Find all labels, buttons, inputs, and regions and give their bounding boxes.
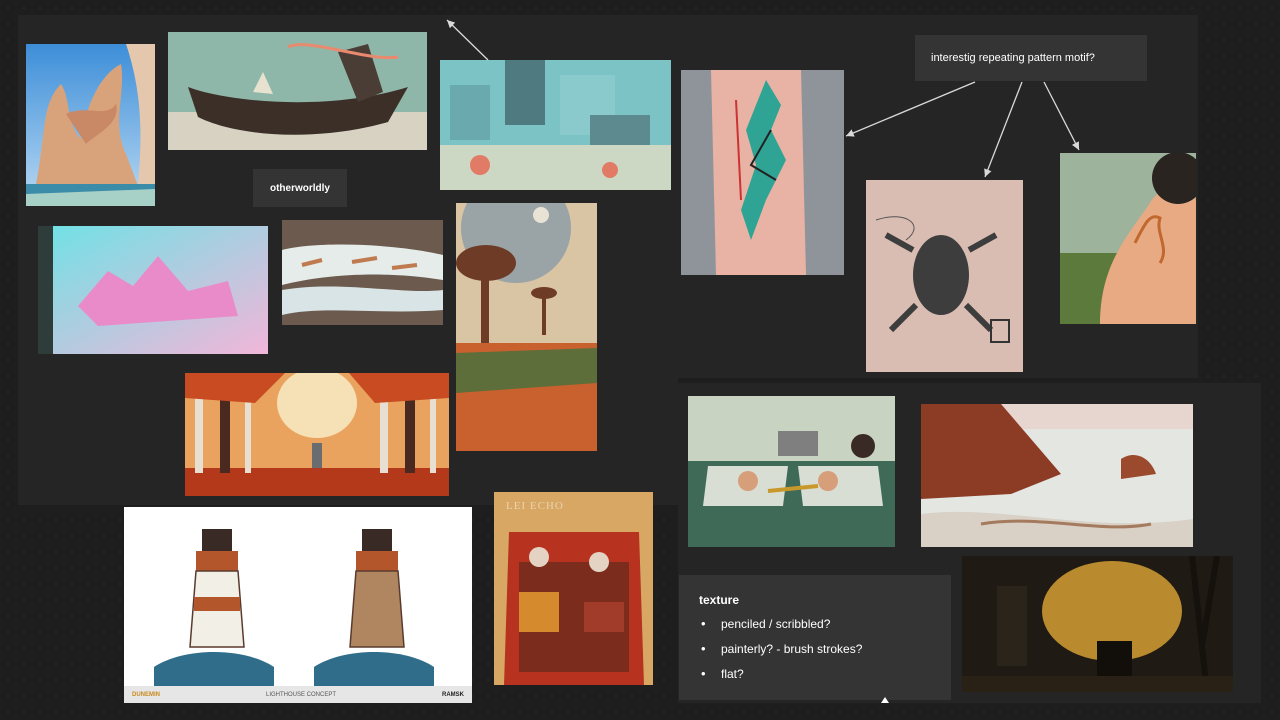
texture-item-penciled: penciled / scribbled?: [701, 616, 931, 631]
note-texture-title: texture: [699, 593, 740, 607]
image-green-car-trumpet[interactable]: [688, 396, 895, 547]
autumn-forest-art: [185, 373, 449, 496]
texture-list: penciled / scribbled? painterly? - brush…: [699, 616, 931, 681]
red-car-art: [494, 492, 653, 685]
image-autumn-forest[interactable]: [185, 373, 449, 496]
texture-item-flat: flat?: [701, 666, 931, 681]
image-dark-forest-riders[interactable]: [962, 556, 1233, 692]
snowy-terraces-art: [282, 220, 443, 325]
image-alien-planet[interactable]: [456, 203, 597, 451]
label-otherworldly[interactable]: otherworldly: [253, 169, 347, 207]
pink-city-art: [38, 226, 268, 354]
note-pattern-motif-text: interestig repeating pattern motif?: [931, 52, 1095, 64]
lighthouse-caption: LIGHTHOUSE CONCEPT: [265, 691, 336, 698]
lighthouse-logo-left: DUNEMIN: [132, 691, 160, 698]
label-otherworldly-text: otherworldly: [269, 182, 330, 194]
tattoo-shoulder-art: [1060, 153, 1196, 324]
flying-ship-art: [168, 32, 427, 150]
image-lighthouse-concept[interactable]: DUNEMIN LIGHTHOUSE CONCEPT RAMSK: [124, 507, 472, 703]
image-coastal-cliffs[interactable]: [921, 404, 1193, 547]
lighthouse-caption-strip: DUNEMIN LIGHTHOUSE CONCEPT RAMSK: [124, 686, 472, 703]
green-car-art: [688, 396, 895, 547]
alien-planet-art: [456, 203, 597, 451]
texture-item-painterly: painterly? - brush strokes?: [701, 641, 931, 656]
tattoo-coyote-art: [681, 70, 844, 275]
image-tattoo-frog[interactable]: [866, 180, 1023, 372]
image-snowy-terraces[interactable]: [282, 220, 443, 325]
teal-ruins-art: [440, 60, 671, 190]
note-texture[interactable]: texture penciled / scribbled? painterly?…: [679, 575, 951, 700]
image-desert-spires[interactable]: [26, 44, 155, 206]
image-pink-floating-city[interactable]: [38, 226, 268, 354]
lighthouse-art: [124, 507, 472, 686]
lighthouse-logo-right: RAMSK: [441, 691, 464, 698]
tattoo-frog-art: [866, 180, 1023, 372]
image-red-convertible[interactable]: LEI ECHO: [494, 492, 653, 685]
image-tattoo-coyote[interactable]: [681, 70, 844, 275]
note-pattern-motif[interactable]: interestig repeating pattern motif?: [915, 35, 1147, 81]
coastal-cliffs-art: [921, 404, 1193, 547]
image-teal-ruins[interactable]: [440, 60, 671, 190]
car-cover-title: LEI ECHO: [506, 500, 564, 512]
image-flying-ship[interactable]: [168, 32, 427, 150]
dark-forest-art: [962, 556, 1233, 692]
desert-spires-art: [26, 44, 155, 206]
cursor-icon: [881, 697, 889, 703]
image-tattoo-shoulder[interactable]: [1060, 153, 1196, 324]
